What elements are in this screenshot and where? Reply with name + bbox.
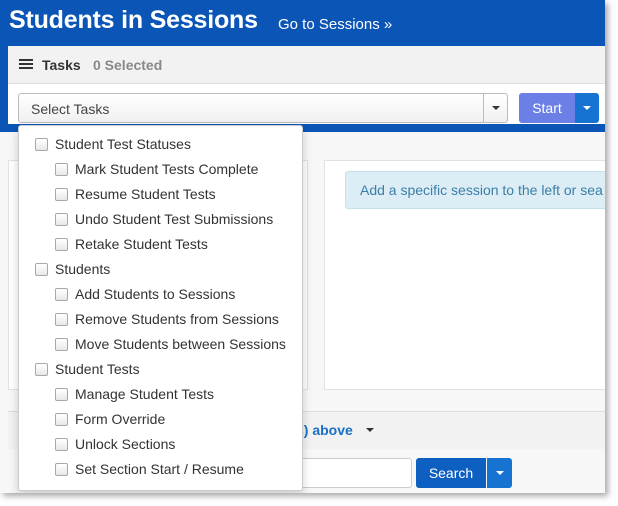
search-button[interactable]: Search — [416, 458, 486, 488]
above-link[interactable]: s) above — [296, 422, 353, 438]
option-label: Manage Student Tests — [75, 386, 215, 402]
option-label: Add Students to Sessions — [75, 286, 236, 302]
search-options-caret-icon[interactable] — [487, 458, 512, 488]
tasks-label: Tasks — [42, 57, 81, 73]
app-window: Students in Sessions Go to Sessions » Ta… — [0, 0, 605, 493]
start-options-caret-icon[interactable] — [575, 93, 599, 123]
option-label: Set Section Start / Resume — [75, 461, 244, 477]
checkbox[interactable] — [55, 313, 68, 326]
checkbox[interactable] — [55, 188, 68, 201]
option-label: Students — [55, 261, 111, 277]
info-message: Add a specific session to the left or se… — [345, 171, 605, 209]
chevron-down-icon[interactable] — [483, 94, 507, 122]
checkbox[interactable] — [55, 163, 68, 176]
tasks-bar: Tasks 0 Selected — [8, 46, 605, 84]
checkbox[interactable] — [55, 438, 68, 451]
checkbox[interactable] — [55, 338, 68, 351]
info-message-text: Add a specific session to the left or se… — [360, 182, 603, 198]
checkbox[interactable] — [55, 388, 68, 401]
option-label: Mark Student Tests Complete — [75, 161, 259, 177]
option-label: Retake Student Tests — [75, 236, 208, 252]
option-label: Undo Student Test Submissions — [75, 211, 274, 227]
selected-count: 0 Selected — [93, 57, 163, 73]
list-icon — [19, 59, 33, 70]
start-button[interactable]: Start — [519, 93, 575, 123]
tasks-dropdown-menu: Student Test Statuses Mark Student Tests… — [18, 125, 303, 491]
option-label: Resume Student Tests — [75, 186, 216, 202]
checkbox[interactable] — [55, 288, 68, 301]
checkbox[interactable] — [35, 263, 48, 276]
page-title: Students in Sessions — [9, 6, 258, 34]
checkbox[interactable] — [55, 413, 68, 426]
page-header: Students in Sessions Go to Sessions » — [0, 0, 605, 46]
go-to-sessions-link[interactable]: Go to Sessions » — [278, 16, 392, 33]
search-input[interactable] — [290, 458, 412, 488]
tasks-panel: Tasks 0 Selected Select Tasks Start — [8, 46, 605, 124]
option-label: Form Override — [75, 411, 166, 427]
checkbox[interactable] — [35, 138, 48, 151]
option-label: Student Test Statuses — [55, 136, 191, 152]
checkbox[interactable] — [55, 463, 68, 476]
checkbox[interactable] — [35, 363, 48, 376]
option-label: Unlock Sections — [75, 436, 176, 452]
checkbox[interactable] — [55, 238, 68, 251]
select-tasks-value: Select Tasks — [31, 101, 110, 117]
select-tasks-dropdown[interactable]: Select Tasks — [18, 93, 508, 123]
caret-down-icon[interactable] — [366, 428, 374, 432]
option-label: Remove Students from Sessions — [75, 311, 279, 327]
checkbox[interactable] — [55, 213, 68, 226]
option-label: Student Tests — [55, 361, 140, 377]
option-label: Move Students between Sessions — [75, 336, 286, 352]
